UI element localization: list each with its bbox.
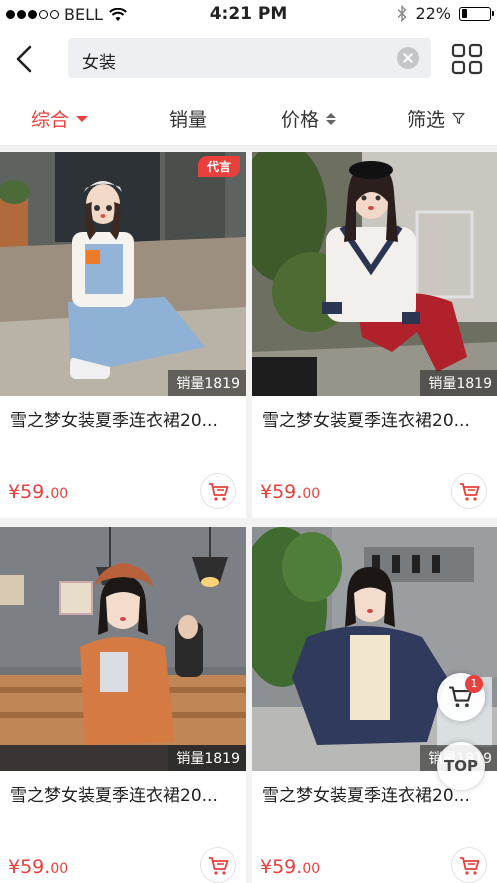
add-to-cart-button[interactable] [200,847,236,883]
clear-search-icon[interactable] [397,47,419,69]
add-to-cart-button[interactable] [200,473,236,509]
sort-tab-label: 筛选 [407,109,446,131]
sales-count: 销量1819 [168,370,246,396]
sort-tab-filter[interactable]: 筛选 [407,105,465,132]
cart-icon [460,483,480,501]
sales-count: 销量1819 [420,370,497,396]
price-cents: 00 [302,486,321,502]
bluetooth-icon [397,5,407,22]
battery-percent: 22% [415,4,451,23]
sort-tab-label: 销量 [169,109,208,131]
cart-icon [209,483,229,501]
filter-icon [452,112,465,125]
status-right: 22% [397,4,494,23]
product-card[interactable]: 销量1819 雪之梦女装夏季连衣裙20... ¥59.00 [0,527,246,883]
product-price: ¥59.00 [260,856,320,878]
floating-cart-button[interactable]: 1 [437,673,485,721]
cart-icon [209,857,229,875]
cart-icon [460,857,480,875]
sort-tab-label: 综合 [31,109,70,131]
add-to-cart-button[interactable] [451,847,487,883]
sort-tab-price[interactable]: 价格 [281,105,337,132]
price-main: ¥59. [8,481,51,503]
sort-arrows-icon [326,112,337,125]
product-image[interactable]: 销量1819 [0,527,246,771]
product-image[interactable]: 销量1819 [252,152,497,396]
add-to-cart-button[interactable] [451,473,487,509]
product-price: ¥59.00 [8,481,68,503]
cart-count-badge: 1 [465,675,483,693]
grid-layout-icon[interactable] [451,43,483,75]
price-cents: 00 [50,486,69,502]
price-cents: 00 [302,861,321,877]
price-main: ¥59. [260,481,303,503]
product-price: ¥59.00 [8,856,68,878]
caret-down-icon [76,115,89,122]
search-input[interactable]: 女装 [68,38,431,78]
product-card[interactable]: 代言 销量1819 雪之梦女装夏季连衣裙20... ¥59.00 [0,152,246,518]
product-image[interactable]: 代言 销量1819 [0,152,246,396]
product-image[interactable]: 销量1819 [252,527,497,771]
product-title[interactable]: 雪之梦女装夏季连衣裙20... [262,406,490,431]
product-title[interactable]: 雪之梦女装夏季连衣裙20... [10,781,238,806]
price-cents: 00 [50,861,69,877]
sort-bar: 综合 销量 价格 筛选 [0,88,497,146]
search-query: 女装 [82,53,116,73]
product-title[interactable]: 雪之梦女装夏季连衣裙20... [10,406,238,431]
sort-tab-sales[interactable]: 销量 [169,105,207,132]
back-to-top-button[interactable]: TOP [437,742,485,790]
nav-bar: 女装 [0,30,497,88]
price-main: ¥59. [260,856,303,878]
sort-tab-comprehensive[interactable]: 综合 [31,105,89,132]
sort-tab-label: 价格 [281,109,320,131]
promo-badge: 代言 [197,156,240,177]
product-price: ¥59.00 [260,481,320,503]
product-card[interactable]: 销量1819 雪之梦女装夏季连衣裙20... ¥59.00 [252,152,497,518]
price-main: ¥59. [8,856,51,878]
sales-count: 销量1819 [168,745,246,771]
status-bar: BELL 4:21 PM 22% [0,0,497,30]
back-arrow-icon[interactable] [10,42,40,76]
battery-icon [459,6,494,21]
